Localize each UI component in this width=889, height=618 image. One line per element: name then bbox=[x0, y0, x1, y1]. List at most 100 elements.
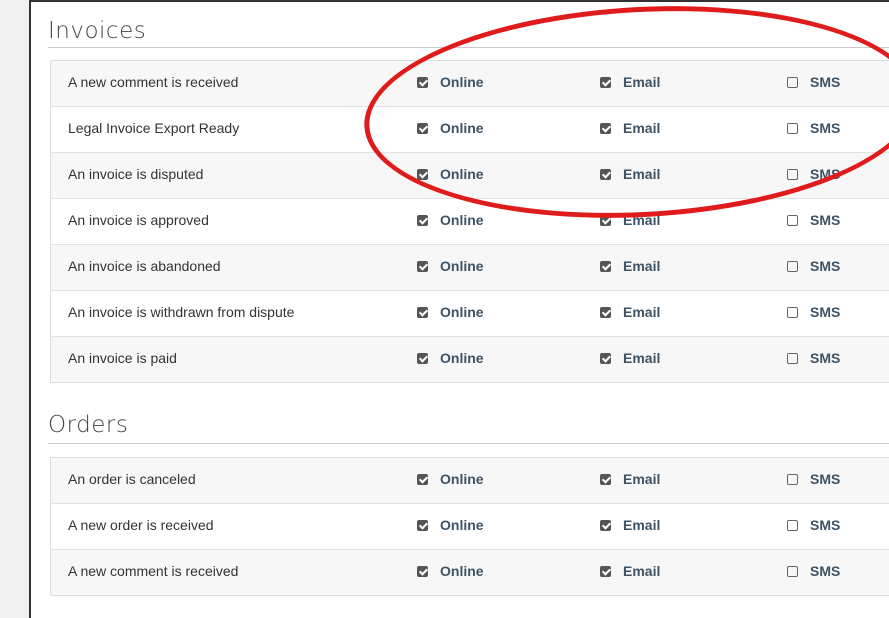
checkbox-checked-icon[interactable] bbox=[417, 122, 428, 134]
sms-checkbox[interactable]: SMS bbox=[787, 517, 840, 533]
checkbox-checked-icon[interactable] bbox=[417, 306, 428, 318]
table-row: A new comment is received Online Email SMS bbox=[51, 61, 889, 106]
checkbox-empty-icon[interactable] bbox=[787, 306, 798, 318]
online-checkbox[interactable]: Online bbox=[417, 517, 484, 533]
notification-event-label: An invoice is withdrawn from dispute bbox=[68, 304, 295, 320]
online-label: Online bbox=[440, 258, 484, 274]
checkbox-empty-icon[interactable] bbox=[787, 122, 798, 134]
online-label: Online bbox=[440, 166, 484, 182]
table-row: An invoice is paid Online Email SMS bbox=[51, 336, 889, 382]
checkbox-empty-icon[interactable] bbox=[787, 565, 798, 577]
checkbox-checked-icon[interactable] bbox=[600, 473, 611, 485]
notification-event-label: Legal Invoice Export Ready bbox=[68, 120, 240, 136]
sms-checkbox[interactable]: SMS bbox=[787, 166, 840, 182]
email-checkbox[interactable]: Email bbox=[600, 517, 660, 533]
online-label: Online bbox=[440, 517, 484, 533]
email-label: Email bbox=[623, 74, 661, 90]
orders-table: An order is canceled Online Email SMS A new … bbox=[50, 457, 889, 596]
email-checkbox[interactable]: Email bbox=[600, 258, 660, 274]
notification-settings-panel: Invoices A new comment is received Online… bbox=[29, 0, 889, 618]
section-divider bbox=[48, 47, 889, 48]
online-label: Online bbox=[440, 120, 484, 136]
checkbox-empty-icon[interactable] bbox=[787, 352, 798, 364]
online-checkbox[interactable]: Online bbox=[417, 120, 484, 136]
sms-label: SMS bbox=[810, 517, 841, 533]
sms-checkbox[interactable]: SMS bbox=[787, 258, 840, 274]
sms-checkbox[interactable]: SMS bbox=[787, 304, 840, 320]
notification-event-label: A new order is received bbox=[68, 517, 214, 533]
email-label: Email bbox=[623, 517, 661, 533]
online-checkbox[interactable]: Online bbox=[417, 304, 484, 320]
email-label: Email bbox=[623, 120, 661, 136]
sms-checkbox[interactable]: SMS bbox=[787, 350, 840, 366]
sms-label: SMS bbox=[810, 563, 841, 579]
email-checkbox[interactable]: Email bbox=[600, 471, 660, 487]
email-label: Email bbox=[623, 350, 661, 366]
checkbox-empty-icon[interactable] bbox=[787, 519, 798, 531]
sms-label: SMS bbox=[810, 74, 841, 90]
notification-event-label: An invoice is abandoned bbox=[68, 258, 221, 274]
email-checkbox[interactable]: Email bbox=[600, 166, 660, 182]
email-label: Email bbox=[623, 166, 661, 182]
table-row: An invoice is withdrawn from dispute Onli… bbox=[51, 290, 889, 336]
email-checkbox[interactable]: Email bbox=[600, 563, 660, 579]
sms-checkbox[interactable]: SMS bbox=[787, 74, 840, 90]
checkbox-empty-icon[interactable] bbox=[787, 473, 798, 485]
checkbox-checked-icon[interactable] bbox=[600, 168, 611, 180]
online-checkbox[interactable]: Online bbox=[417, 258, 484, 274]
online-checkbox[interactable]: Online bbox=[417, 563, 484, 579]
online-checkbox[interactable]: Online bbox=[417, 350, 484, 366]
checkbox-checked-icon[interactable] bbox=[600, 306, 611, 318]
email-checkbox[interactable]: Email bbox=[600, 74, 660, 90]
checkbox-checked-icon[interactable] bbox=[417, 214, 428, 226]
checkbox-checked-icon[interactable] bbox=[417, 352, 428, 364]
checkbox-empty-icon[interactable] bbox=[787, 168, 798, 180]
email-checkbox[interactable]: Email bbox=[600, 350, 660, 366]
checkbox-checked-icon[interactable] bbox=[600, 565, 611, 577]
email-checkbox[interactable]: Email bbox=[600, 120, 660, 136]
email-checkbox[interactable]: Email bbox=[600, 212, 660, 228]
section-title-invoices: Invoices bbox=[48, 18, 147, 44]
checkbox-empty-icon[interactable] bbox=[787, 260, 798, 272]
checkbox-checked-icon[interactable] bbox=[417, 473, 428, 485]
table-row: A new comment is received Online Email SMS bbox=[51, 549, 889, 595]
sms-label: SMS bbox=[810, 212, 841, 228]
notification-event-label: A new comment is received bbox=[68, 74, 239, 90]
online-checkbox[interactable]: Online bbox=[417, 74, 484, 90]
online-checkbox[interactable]: Online bbox=[417, 166, 484, 182]
online-label: Online bbox=[440, 350, 484, 366]
checkbox-checked-icon[interactable] bbox=[600, 122, 611, 134]
checkbox-checked-icon[interactable] bbox=[417, 76, 428, 88]
sms-label: SMS bbox=[810, 304, 841, 320]
sms-checkbox[interactable]: SMS bbox=[787, 563, 840, 579]
checkbox-empty-icon[interactable] bbox=[787, 214, 798, 226]
sms-checkbox[interactable]: SMS bbox=[787, 212, 840, 228]
sms-checkbox[interactable]: SMS bbox=[787, 120, 840, 136]
checkbox-empty-icon[interactable] bbox=[787, 76, 798, 88]
online-label: Online bbox=[440, 304, 484, 320]
checkbox-checked-icon[interactable] bbox=[600, 519, 611, 531]
checkbox-checked-icon[interactable] bbox=[600, 214, 611, 226]
sms-label: SMS bbox=[810, 471, 841, 487]
checkbox-checked-icon[interactable] bbox=[417, 168, 428, 180]
online-checkbox[interactable]: Online bbox=[417, 212, 484, 228]
table-row: An invoice is approved Online Email SMS bbox=[51, 198, 889, 244]
online-label: Online bbox=[440, 74, 484, 90]
checkbox-checked-icon[interactable] bbox=[417, 565, 428, 577]
checkbox-checked-icon[interactable] bbox=[600, 260, 611, 272]
table-row: Legal Invoice Export Ready Online Email SMS bbox=[51, 106, 889, 152]
sms-label: SMS bbox=[810, 166, 841, 182]
email-checkbox[interactable]: Email bbox=[600, 304, 660, 320]
checkbox-checked-icon[interactable] bbox=[600, 352, 611, 364]
email-label: Email bbox=[623, 471, 661, 487]
sms-checkbox[interactable]: SMS bbox=[787, 471, 840, 487]
notification-event-label: An invoice is disputed bbox=[68, 166, 204, 182]
table-row: An invoice is abandoned Online Email SMS bbox=[51, 244, 889, 290]
checkbox-checked-icon[interactable] bbox=[600, 76, 611, 88]
online-label: Online bbox=[440, 563, 484, 579]
checkbox-checked-icon[interactable] bbox=[417, 519, 428, 531]
online-label: Online bbox=[440, 471, 484, 487]
checkbox-checked-icon[interactable] bbox=[417, 260, 428, 272]
online-checkbox[interactable]: Online bbox=[417, 471, 484, 487]
sms-label: SMS bbox=[810, 258, 841, 274]
